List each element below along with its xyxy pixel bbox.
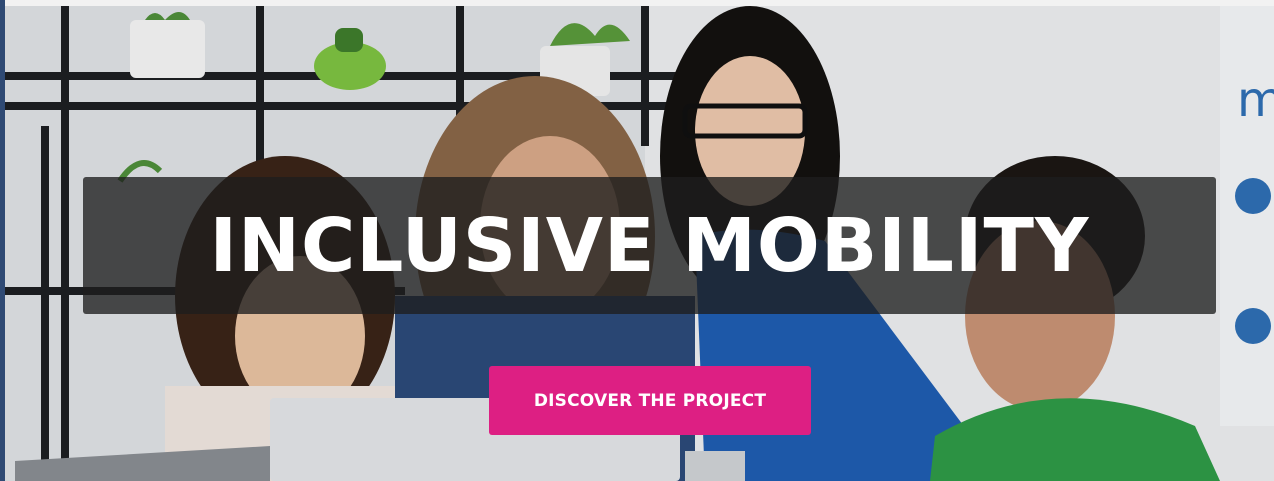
discover-project-button[interactable]: DISCOVER THE PROJECT	[489, 366, 811, 435]
left-edge-strip	[0, 0, 5, 481]
title-banner: INCLUSIVE MOBILITY	[83, 177, 1216, 314]
hero-section: m	[0, 0, 1274, 481]
top-edge	[0, 0, 1274, 6]
hero-title: INCLUSIVE MOBILITY	[209, 202, 1090, 289]
